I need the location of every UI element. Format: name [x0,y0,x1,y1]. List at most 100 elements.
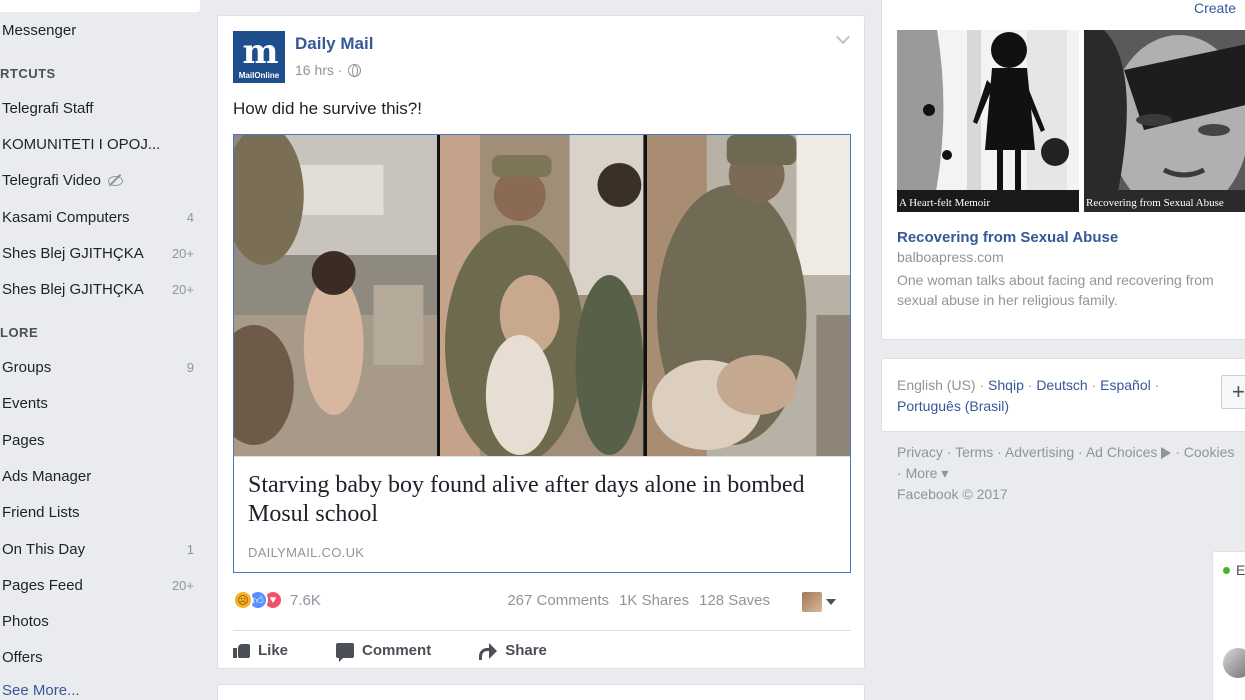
news-feed-post: m MailOnline Daily Mail 16 hrs · How did… [217,15,865,669]
copyright: Facebook © 2017 [897,486,1008,502]
sidebar-item-on-this-day[interactable]: On This Day 1 [2,537,198,561]
sidebar-item-messenger[interactable]: Messenger [2,18,198,42]
sidebar-item-count: 20+ [171,577,194,593]
sidebar-item-friend-lists[interactable]: Friend Lists [2,500,198,524]
globe-icon [348,63,362,77]
language-selector: English (US) · Shqip · Deutsch · Español… [881,358,1245,432]
post-stats: 267 Comments 1K Shares 128 Saves [507,592,770,609]
footer-link-cookies[interactable]: Cookies [1184,444,1235,460]
chat-sidebar[interactable]: E [1212,551,1245,700]
footer-link-terms[interactable]: Terms [955,444,993,460]
share-button[interactable]: Share [479,642,547,660]
ad-description-line: sexual abuse in her religious family. [897,292,1118,308]
link-title: Starving baby boy found alive after days… [248,472,805,527]
saves-count[interactable]: 128 Saves [699,592,770,609]
create-ad-link[interactable]: Create [1194,0,1236,16]
post-actions: Like Comment Share [233,630,851,670]
like-button[interactable]: Like [233,642,288,659]
sidebar-item-ads-manager[interactable]: Ads Manager [2,464,198,488]
sidebar-item-label: Pages [2,431,45,449]
like-label: Like [258,642,289,659]
sidebar-item-shortcut[interactable]: Shes Blej GJITHÇKA 20+ [2,277,198,301]
ad-image[interactable]: A Heart-felt Memoir [897,30,1079,212]
sidebar-item-offers[interactable]: Offers [2,645,198,669]
sidebar-item-pages[interactable]: Pages [2,428,198,452]
post-as-selector[interactable] [802,591,838,613]
sidebar-item-shortcut[interactable]: KOMUNITETI I OPOJ... [2,132,198,156]
sponsored-ad: Create A Heart-felt Memoir Recovering fr… [881,0,1245,340]
language-link-deutsch[interactable]: Deutsch [1036,377,1087,393]
comment-button[interactable]: Comment [336,642,432,662]
shortcuts-heading: RTCUTS [0,66,56,81]
link-preview[interactable]: Starving baby boy found alive after days… [233,134,851,573]
sidebar-item-label: Events [2,394,48,412]
see-more-link[interactable]: See More... [2,682,80,699]
sidebar-item-shortcut[interactable]: Kasami Computers 4 [2,205,198,229]
link-info: Starving baby boy found alive after days… [234,456,850,572]
page-name-link[interactable]: Daily Mail [295,34,373,54]
reaction-count: 7.6K [290,591,321,609]
sidebar-item-count: 9 [186,359,194,375]
post-timestamp[interactable]: 16 hrs · [295,62,362,78]
chat-status-label: E [1236,562,1245,578]
sidebar-item-label: Friend Lists [2,503,80,521]
sidebar-item-label: Messenger [2,21,77,39]
footer-link-privacy[interactable]: Privacy [897,444,943,460]
sidebar-item-shortcut[interactable]: Telegrafi Staff [2,96,198,120]
chevron-down-icon[interactable] [836,34,850,44]
footer-link-more[interactable]: More [906,465,938,481]
reactions-summary[interactable]: ☹ 👍︎ ♥ 7.6K [233,590,321,610]
footer-link-ad-choices[interactable]: Ad Choices [1086,444,1158,460]
language-link-portugues[interactable]: Português (Brasil) [897,398,1009,414]
image-frame [646,135,850,456]
chevron-down-icon [826,599,836,605]
ad-title[interactable]: Recovering from Sexual Abuse [897,229,1118,246]
sidebar-item-label: Telegrafi Video [2,171,101,189]
language-link-shqip[interactable]: Shqip [988,377,1024,393]
avatar [802,592,822,612]
sidebar-item-label: Ads Manager [2,467,92,485]
chat-status: E [1223,562,1245,578]
language-link-espanol[interactable]: Español [1100,377,1151,393]
sad-reaction-icon: ☹ [233,590,253,610]
sidebar-item-count: 20+ [171,281,194,297]
sidebar-item-groups[interactable]: Groups 9 [2,355,198,379]
post-time-text: 16 hrs · [295,62,343,78]
post-text: How did he survive this?! [233,99,422,118]
sidebar-item-label: Offers [2,648,43,666]
sidebar-item-events[interactable]: Events [2,391,198,415]
link-domain: DAILYMAIL.CO.UK [248,545,365,560]
comment-icon [336,643,355,662]
current-language: English (US) [897,377,976,393]
ad-image[interactable]: Recovering from Sexual Abuse [1084,30,1245,212]
avatar[interactable] [1223,648,1245,678]
sidebar-item-label: Groups [2,358,52,376]
page-avatar[interactable]: m MailOnline [233,31,285,83]
language-list: English (US) · Shqip · Deutsch · Español… [897,377,1160,414]
sidebar-item-shortcut[interactable]: Shes Blej GJITHÇKA 20+ [2,241,198,265]
ad-domain[interactable]: balboapress.com [897,249,1004,265]
ad-image-caption: A Heart-felt Memoir [899,197,991,209]
share-label: Share [505,642,547,659]
sidebar-item-shortcut[interactable]: Telegrafi Video [2,168,198,192]
online-dot-icon [1223,566,1230,574]
comments-count[interactable]: 267 Comments [507,592,609,609]
image-frame [234,135,438,456]
add-language-button[interactable]: + [1221,375,1245,409]
comment-label: Comment [362,642,432,659]
footer-link-advertising[interactable]: Advertising [1005,444,1074,460]
sidebar-item-photos[interactable]: Photos [2,609,198,633]
image-frame [440,135,644,456]
left-sidebar: Messenger RTCUTS Telegrafi Staff KOMUNIT… [0,0,205,700]
ad-description: One woman talks about facing and recover… [897,270,1245,310]
eye-slash-icon [107,174,123,186]
thumbs-up-icon [233,643,250,658]
sidebar-item-pages-feed[interactable]: Pages Feed 20+ [2,573,198,597]
footer-links: Privacy · Terms · Advertising · Ad Choic… [897,444,1235,502]
sidebar-item-label: Shes Blej GJITHÇKA [2,280,144,298]
sidebar-item-label: Telegrafi Staff [2,99,94,117]
sidebar-item-label: Shes Blej GJITHÇKA [2,244,144,262]
shares-count[interactable]: 1K Shares [619,592,689,609]
explore-heading: LORE [0,325,39,340]
share-icon [479,643,498,660]
